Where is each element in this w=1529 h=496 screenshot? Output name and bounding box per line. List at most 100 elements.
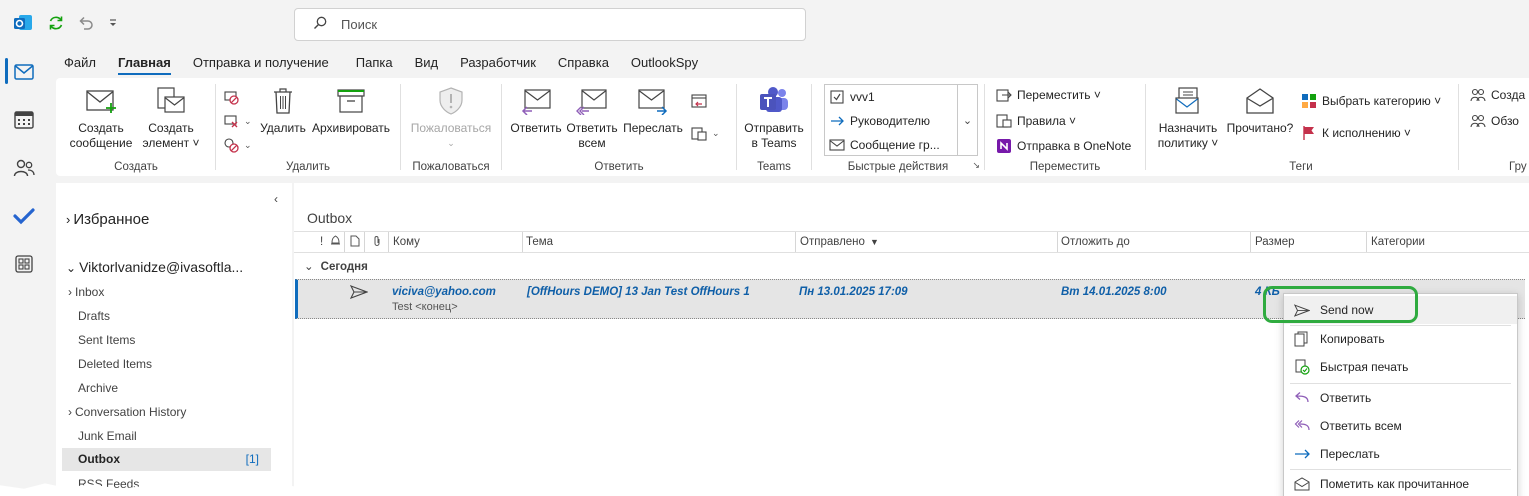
chevron-down-icon: ⌄	[66, 261, 77, 275]
assign-policy-button[interactable]: Назначить политику ˅	[1156, 84, 1220, 151]
context-menu: Send now Копировать Быстрая печать Ответ…	[1283, 293, 1518, 496]
group-delete: ⌄ ⌄ Удалить Архивировать Удалить	[216, 78, 400, 176]
people-icon[interactable]	[0, 144, 48, 192]
quick-step-team-email[interactable]: Сообщение гр...	[828, 136, 940, 154]
tab-outlookspy[interactable]: OutlookSpy	[620, 48, 709, 78]
col-size[interactable]: Размер	[1255, 236, 1295, 248]
account-header[interactable]: ⌄ Viktorlvanidze@ivasoftla...	[66, 259, 243, 275]
account-label: Viktorlvanidze@ivasoftla...	[79, 259, 244, 275]
group-move: Переместить ˅ Правила ˅ Отправка в OneNo…	[985, 78, 1145, 176]
quick-steps-expand-button[interactable]: ⌄	[958, 84, 978, 156]
junk-icon	[222, 136, 240, 154]
group-teams: Отправить в Teams Teams	[737, 78, 811, 176]
reply-button[interactable]: Ответить	[508, 84, 564, 136]
reply-all-icon	[1294, 419, 1320, 433]
col-sent[interactable]: Отправлено ▼	[800, 236, 879, 248]
col-categories[interactable]: Категории	[1371, 236, 1425, 248]
group-report: Пожаловаться ⌄ Пожаловаться	[401, 78, 501, 176]
menu-item-reply[interactable]: Ответить	[1284, 384, 1517, 412]
folder-label: Outbox	[78, 452, 120, 466]
tab-home[interactable]: Главная	[107, 48, 182, 78]
folder-label: Inbox	[75, 285, 105, 299]
more-respond-button[interactable]: ⌄	[690, 124, 720, 142]
quick-step-vvv1[interactable]: vvv1	[828, 88, 875, 106]
send-to-teams-button[interactable]: Отправить в Teams	[741, 84, 807, 151]
search-placeholder: Поиск	[341, 17, 378, 32]
delete-button[interactable]: Удалить	[258, 84, 308, 136]
mail-icon	[828, 136, 846, 154]
browse-groups-button[interactable]: Обзо	[1469, 112, 1519, 130]
col-reminder-icon[interactable]	[330, 235, 341, 250]
mail-icon[interactable]	[0, 48, 48, 96]
row-to: viciva@yahoo.com	[392, 286, 496, 298]
apps-icon[interactable]	[0, 240, 48, 288]
send-to-onenote-button[interactable]: Отправка в OneNote	[995, 137, 1131, 155]
move-button[interactable]: Переместить ˅	[995, 86, 1101, 104]
folder-drafts[interactable]: Drafts	[78, 309, 110, 323]
col-defer-until[interactable]: Отложить до	[1061, 236, 1130, 248]
categorize-button[interactable]: Выбрать категорию ˅	[1300, 92, 1441, 110]
tab-file[interactable]: Файл	[56, 48, 107, 78]
calendar-icon[interactable]	[0, 96, 48, 144]
folder-junk-email[interactable]: Junk Email	[78, 429, 137, 443]
report-button[interactable]: Пожаловаться ⌄	[407, 84, 495, 151]
tab-folder[interactable]: Папка	[340, 48, 404, 78]
quick-step-manager[interactable]: Руководителю	[828, 112, 930, 130]
folder-inbox[interactable]: › Inbox	[68, 285, 104, 299]
folder-outbox[interactable]: Outbox [1]	[62, 448, 271, 471]
rules-button[interactable]: Правила ˅	[995, 112, 1076, 130]
chevron-down-icon: ⌄	[304, 261, 314, 273]
undo-icon[interactable]	[75, 12, 97, 34]
col-to[interactable]: Кому	[393, 236, 420, 248]
create-group-button[interactable]: Созда	[1469, 86, 1525, 104]
sync-icon[interactable]	[45, 12, 67, 34]
column-divider	[344, 232, 345, 252]
new-item-button[interactable]: Создать элемент ˅	[138, 84, 204, 151]
collapse-pane-icon[interactable]: ‹	[274, 192, 278, 206]
menu-item-quick-print[interactable]: Быстрая печать	[1284, 353, 1517, 381]
group-create-label: Создать	[114, 161, 158, 173]
menu-item-label: Ответить	[1320, 391, 1372, 405]
favorites-header[interactable]: › Избранное	[66, 211, 149, 228]
ignore-button[interactable]	[222, 88, 244, 106]
meeting-reply-button[interactable]	[690, 92, 712, 110]
junk-button[interactable]: ⌄	[222, 136, 252, 154]
folder-conversation-history[interactable]: › Conversation History	[68, 405, 186, 419]
cleanup-button[interactable]: ⌄	[222, 112, 252, 130]
folder-title: Outbox	[307, 210, 353, 226]
menu-item-forward[interactable]: Переслать	[1284, 440, 1517, 468]
customize-qat-icon[interactable]	[104, 12, 122, 34]
col-importance[interactable]: !	[320, 236, 323, 248]
col-icon-doc-icon[interactable]	[350, 235, 360, 250]
folder-archive[interactable]: Archive	[78, 381, 118, 395]
rules-label: Правила ˅	[1017, 114, 1077, 128]
tab-help[interactable]: Справка	[547, 48, 620, 78]
folder-sent-items[interactable]: Sent Items	[78, 333, 135, 347]
col-subject[interactable]: Тема	[526, 236, 553, 248]
group-create: Создать сообщение Создать элемент ˅ Созд…	[56, 78, 216, 176]
menu-item-mark-read[interactable]: Пометить как прочитанное	[1284, 470, 1517, 496]
folder-deleted-items[interactable]: Deleted Items	[78, 357, 152, 371]
column-divider	[1250, 232, 1251, 252]
tab-send-receive[interactable]: Отправка и получение	[182, 48, 340, 78]
open-envelope-icon	[1243, 84, 1277, 118]
todo-check-icon[interactable]	[0, 192, 48, 240]
unread-read-button[interactable]: Прочитано?	[1224, 84, 1296, 136]
tab-developer[interactable]: Разработчик	[449, 48, 547, 78]
tab-view[interactable]: Вид	[404, 48, 450, 78]
col-attachment-icon[interactable]	[372, 235, 382, 250]
reply-all-icon	[575, 84, 609, 118]
archive-button[interactable]: Архивировать	[310, 84, 392, 136]
search-box[interactable]: Поиск	[294, 8, 806, 41]
cleanup-icon	[222, 112, 240, 130]
new-message-button[interactable]: Создать сообщение	[68, 84, 134, 151]
menu-item-copy[interactable]: Копировать	[1284, 325, 1517, 353]
menu-item-label: Ответить всем	[1320, 419, 1402, 433]
browse-groups-label: Обзо	[1491, 114, 1519, 128]
menu-item-reply-all[interactable]: Ответить всем	[1284, 412, 1517, 440]
group-header-today[interactable]: ⌄ Сегодня	[304, 259, 368, 273]
reply-all-button[interactable]: Ответить всем	[564, 84, 620, 151]
dialog-launcher-icon[interactable]: ↘	[972, 160, 980, 171]
forward-button[interactable]: Переслать	[620, 84, 686, 136]
follow-up-button[interactable]: К исполнению ˅	[1300, 124, 1411, 142]
